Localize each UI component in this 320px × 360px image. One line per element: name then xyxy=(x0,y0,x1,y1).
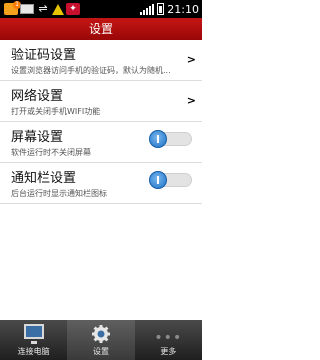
nav-more[interactable]: ••• 更多 xyxy=(135,320,202,360)
setting-title: 验证码设置 xyxy=(11,48,77,63)
setting-network[interactable]: 网络设置 打开或关闭手机WIFI功能 > xyxy=(0,81,202,122)
shopping-bag-icon: 1 xyxy=(4,1,21,15)
nav-label: 更多 xyxy=(160,347,177,356)
bottom-nav: 连接电脑 设置 ••• 更多 xyxy=(0,320,202,360)
setting-title: 网络设置 xyxy=(11,89,64,104)
more-dots-icon: ••• xyxy=(154,330,183,346)
setting-title: 屏幕设置 xyxy=(11,130,64,145)
setting-screen: 屏幕设置 软件运行时不关闭屏幕 xyxy=(0,122,202,163)
usb-icon: ⇌ xyxy=(38,2,48,15)
notification-toggle[interactable] xyxy=(149,171,192,189)
app-icon: ✦ xyxy=(66,3,80,15)
settings-list: 验证码设置 设置浏览器访问手机的验证码，默认为随机... > 网络设置 打开或关… xyxy=(0,40,202,204)
setting-subtitle: 设置浏览器访问手机的验证码，默认为随机... xyxy=(11,66,171,75)
setting-notification-bar: 通知栏设置 后台运行时显示通知栏图标 xyxy=(0,163,202,204)
status-bar: 1 ⇌ ✦ 21:10 xyxy=(0,0,202,18)
chevron-right-icon: > xyxy=(186,53,196,66)
setting-subtitle: 打开或关闭手机WIFI功能 xyxy=(11,107,101,116)
mail-icon xyxy=(20,4,34,14)
toggle-knob xyxy=(149,171,167,189)
setting-title: 通知栏设置 xyxy=(11,171,77,186)
screen-toggle[interactable] xyxy=(149,130,192,148)
chevron-right-icon: > xyxy=(186,94,196,107)
setting-subtitle: 后台运行时显示通知栏图标 xyxy=(11,189,107,198)
nav-label: 设置 xyxy=(92,347,109,356)
gear-icon xyxy=(91,325,110,343)
computer-icon xyxy=(23,324,44,344)
battery-icon xyxy=(157,3,165,15)
nav-label: 连接电脑 xyxy=(17,347,50,356)
signal-icon xyxy=(140,3,155,15)
page-title: 设置 xyxy=(0,18,202,40)
nav-connect-pc[interactable]: 连接电脑 xyxy=(0,320,67,360)
warning-icon xyxy=(52,3,64,15)
toggle-knob xyxy=(149,130,167,148)
clock: 21:10 xyxy=(167,2,199,16)
nav-settings[interactable]: 设置 xyxy=(67,320,135,360)
setting-verification-code[interactable]: 验证码设置 设置浏览器访问手机的验证码，默认为随机... > xyxy=(0,40,202,81)
setting-subtitle: 软件运行时不关闭屏幕 xyxy=(11,148,91,157)
